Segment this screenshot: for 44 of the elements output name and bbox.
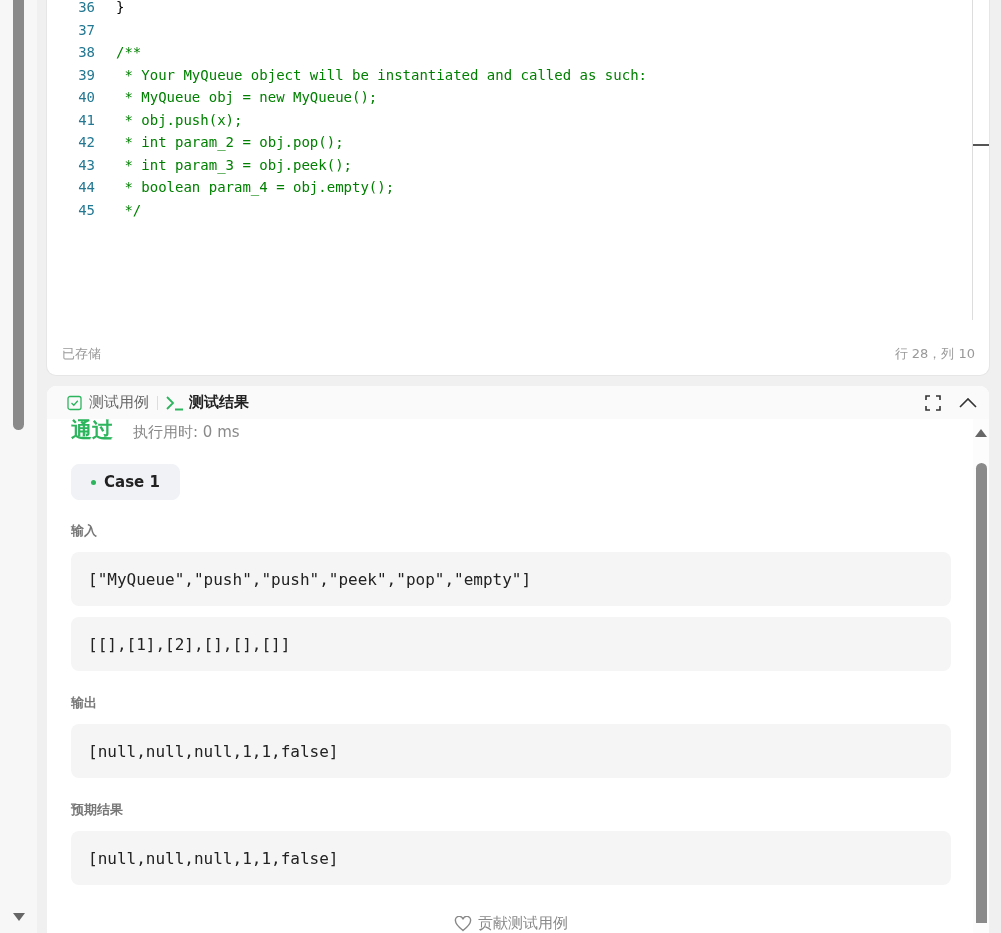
runtime-text: 执行用时: 0 ms (133, 423, 240, 442)
section-label: 输入 (71, 522, 97, 540)
line-number: 45 (77, 201, 95, 218)
section-label: 预期结果 (71, 801, 123, 819)
line-number: 39 (77, 66, 95, 83)
cursor-position: 行 28，列 10 (894, 345, 975, 363)
save-status: 已存储 (62, 345, 101, 363)
scrollbar-thumb[interactable] (13, 0, 24, 430)
heart-icon (454, 915, 472, 932)
value-box: [null,null,null,1,1,false] (71, 831, 951, 885)
terminal-icon (166, 394, 184, 411)
code-line: * boolean param_4 = obj.empty(); (123, 179, 395, 196)
line-number: 37 (77, 21, 95, 38)
line-number: 40 (77, 89, 95, 106)
case-tab[interactable]: Case 1 (71, 464, 180, 500)
line-number: 36 (77, 0, 95, 16)
scrollbar-track[interactable] (972, 0, 989, 320)
line-number: 42 (77, 134, 95, 151)
checkbox-icon (66, 394, 84, 411)
value-box: [[],[1],[2],[],[],[]] (71, 617, 951, 671)
collapse-icon[interactable] (959, 396, 977, 409)
code-line: */ (123, 201, 142, 218)
code-line: * int param_2 = obj.pop(); (123, 134, 344, 151)
scroll-up-icon[interactable] (975, 429, 987, 437)
tab[interactable]: 测试用例 (62, 393, 153, 412)
value-box: ["MyQueue","push","push","peek","pop","empty"] (71, 552, 951, 606)
line-number: 44 (77, 179, 95, 196)
code-line: } (116, 0, 125, 16)
line-number: 38 (77, 44, 95, 61)
code-line: * MyQueue obj = new MyQueue(); (123, 89, 378, 106)
line-number: 43 (77, 156, 95, 173)
code-line: * int param_3 = obj.peek(); (123, 156, 352, 173)
fullscreen-icon[interactable] (925, 394, 941, 411)
section-label: 输出 (71, 694, 97, 712)
code-line: * obj.push(x); (123, 111, 243, 128)
contribute-link[interactable]: 贡献测试用例 (454, 914, 568, 933)
code-line: /** (116, 44, 142, 61)
scrollbar-thumb[interactable] (975, 463, 987, 923)
value-box: [null,null,null,1,1,false] (71, 724, 951, 778)
scroll-down-icon[interactable] (12, 913, 25, 921)
tab[interactable]: 测试结果 (162, 393, 253, 412)
code-line: * Your MyQueue object will be instantiated and called as such: (123, 66, 647, 83)
line-number: 41 (77, 111, 95, 128)
result-status: 通过 (71, 417, 113, 444)
